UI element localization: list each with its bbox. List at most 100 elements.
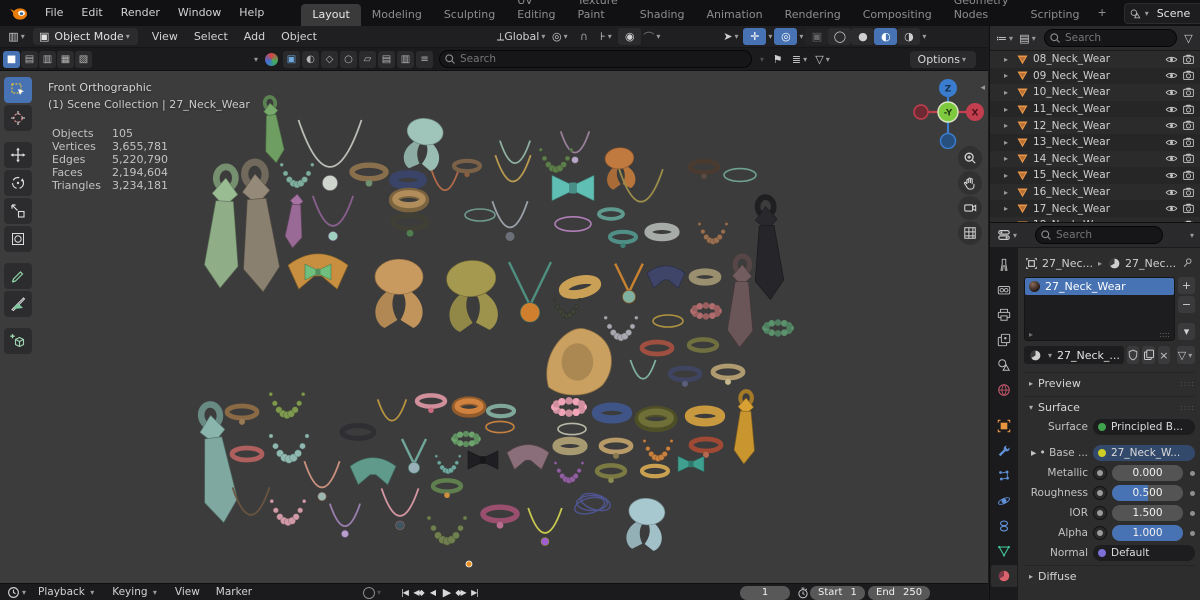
hide-viewport-eye-icon[interactable] xyxy=(1165,103,1178,116)
scene-name[interactable]: Scene xyxy=(1151,7,1200,20)
properties-options-chevron[interactable]: ▾ xyxy=(1188,231,1196,240)
tool-annotate-button[interactable] xyxy=(4,263,32,289)
expand-chevron[interactable]: ▸ xyxy=(1004,138,1016,147)
workspace-tab-uv-editing[interactable]: UV Editing xyxy=(506,0,566,26)
neckwear-bangle[interactable] xyxy=(394,193,424,207)
workspace-tab-texture-paint[interactable]: Texture Paint xyxy=(567,0,629,26)
filter-mesh-icon[interactable]: ▣ xyxy=(283,51,300,68)
disable-render-camera-icon[interactable] xyxy=(1182,119,1195,132)
disable-render-camera-icon[interactable] xyxy=(1182,186,1195,199)
frame-end-field[interactable]: End250 xyxy=(868,586,930,600)
decorator-knob[interactable] xyxy=(1093,466,1107,480)
neckwear-circlet[interactable] xyxy=(486,421,514,432)
material-datablock-field[interactable]: ▾ 27_Neck_... xyxy=(1024,346,1124,364)
disable-render-camera-icon[interactable] xyxy=(1182,103,1195,116)
neckwear-fluff[interactable] xyxy=(690,302,722,319)
outliner-search-input[interactable] xyxy=(1044,29,1177,47)
decorator-knob[interactable] xyxy=(1093,486,1107,500)
diffuse-expander[interactable]: ▸ xyxy=(1024,572,1038,581)
object-name[interactable]: 13_Neck_Wear xyxy=(1033,136,1165,148)
neckwear-choker[interactable] xyxy=(352,165,386,186)
neckwear-fluff[interactable] xyxy=(551,397,587,417)
neckwear-beads[interactable] xyxy=(554,462,584,484)
neckwear-necklace[interactable] xyxy=(382,488,419,529)
object-name[interactable]: 08_Neck_Wear xyxy=(1033,53,1165,65)
select-mode-set[interactable]: ■ xyxy=(3,51,20,68)
neckwear-bangle[interactable] xyxy=(640,411,672,426)
breadcrumb-object[interactable]: 27_Nec... xyxy=(1042,257,1093,270)
transform-orientation-dropdown[interactable]: ⟂ Global▾ xyxy=(495,28,549,45)
menu-window[interactable]: Window xyxy=(169,0,230,26)
neckwear-choker[interactable] xyxy=(417,395,445,413)
filter-image-icon[interactable]: ▤ xyxy=(378,51,395,68)
breadcrumb-material[interactable]: 27_Nec... xyxy=(1125,257,1176,270)
outliner-row[interactable]: ▸16_Neck_Wear xyxy=(990,184,1200,201)
neckwear-choker[interactable] xyxy=(597,465,625,483)
outliner-row[interactable]: ▸15_Neck_Wear xyxy=(990,167,1200,184)
tool-move-button[interactable] xyxy=(4,142,32,168)
neckwear-beads[interactable] xyxy=(435,455,461,474)
hide-viewport-eye-icon[interactable] xyxy=(1165,53,1178,66)
neckwear-choker[interactable] xyxy=(642,342,672,354)
neckwear-choker[interactable] xyxy=(690,161,718,179)
filter-funnel-icon[interactable]: ▽▾ xyxy=(812,51,835,68)
properties-tab-physics[interactable] xyxy=(991,490,1017,512)
material-slot-list[interactable]: 27_Neck_Wear ▸:::: xyxy=(1024,277,1175,341)
neckwear-collar[interactable] xyxy=(350,458,396,485)
tool-select-box-button[interactable] xyxy=(4,77,32,103)
prev-keyframe-button[interactable]: ◀◆ xyxy=(412,585,425,600)
disable-render-camera-icon[interactable] xyxy=(1182,202,1195,215)
surface-panel-label[interactable]: Surface xyxy=(1038,401,1080,414)
shading-solid-button[interactable]: ● xyxy=(851,28,874,45)
neckwear-necklace[interactable] xyxy=(304,461,339,500)
viewport-menu-select[interactable]: Select xyxy=(186,26,236,47)
show-overlays-toggle[interactable]: ◎ xyxy=(774,28,797,45)
material-slot-selected[interactable]: 27_Neck_Wear xyxy=(1025,278,1174,295)
select-mode-subtract[interactable]: ▥ xyxy=(39,51,56,68)
timeline-menu-keying[interactable]: Keying ▾ xyxy=(104,584,167,600)
neckwear-scarf[interactable] xyxy=(402,116,445,172)
tool-rotate-button[interactable] xyxy=(4,170,32,196)
neckwear-fluff[interactable] xyxy=(451,431,481,447)
neckwear-scarf[interactable] xyxy=(625,497,666,552)
neckwear-choker[interactable] xyxy=(610,232,636,248)
neckwear-band[interactable] xyxy=(596,407,628,420)
neckwear-hood[interactable] xyxy=(547,328,612,395)
filter-brush-icon[interactable]: ▱ xyxy=(359,51,376,68)
filter-collection-icon[interactable]: ▥ xyxy=(397,51,414,68)
object-name[interactable]: 10_Neck_Wear xyxy=(1033,86,1165,98)
neckwear-choker[interactable] xyxy=(599,209,623,219)
neckwear-tie[interactable] xyxy=(236,161,281,293)
zoom-tool-button[interactable] xyxy=(958,146,982,170)
neckwear-tie[interactable] xyxy=(284,193,305,248)
neckwear-choker[interactable] xyxy=(433,480,461,498)
neckwear-circlet[interactable] xyxy=(465,209,495,221)
timeline-menu-view[interactable]: View xyxy=(167,584,208,600)
neckwear-band[interactable] xyxy=(562,277,598,297)
workspace-tab-compositing[interactable]: Compositing xyxy=(852,4,943,26)
outliner-row[interactable]: ▸09_Neck_Wear xyxy=(990,68,1200,85)
properties-tab-data[interactable] xyxy=(991,540,1017,562)
outliner-row[interactable]: ▸ 14_Neck_Wear xyxy=(990,151,1200,168)
object-name[interactable]: 14_Neck_Wear xyxy=(1033,153,1165,165)
expand-chevron[interactable]: ▸ xyxy=(1004,171,1016,180)
sidebar-collapse-arrow[interactable]: ◂ xyxy=(980,83,985,93)
viewport-menu-object[interactable]: Object xyxy=(273,26,325,47)
unlink-material-button[interactable]: × xyxy=(1158,346,1170,364)
jump-to-end-button[interactable]: ▶| xyxy=(468,585,481,600)
neckwear-medal[interactable] xyxy=(402,439,426,473)
neckwear-beads[interactable] xyxy=(427,516,467,545)
neckwear-band[interactable] xyxy=(648,226,676,237)
properties-tab-output[interactable] xyxy=(991,304,1017,326)
workspace-tab-sculpting[interactable]: Sculpting xyxy=(433,4,506,26)
expand-chevron[interactable]: ▸ xyxy=(1004,121,1016,130)
neckwear-choker[interactable] xyxy=(232,448,262,460)
decorator-knob[interactable] xyxy=(1093,506,1107,520)
preview-panel-label[interactable]: Preview xyxy=(1038,377,1081,390)
workspace-tab-shading[interactable]: Shading xyxy=(629,4,696,26)
filter-curve-icon[interactable]: ◇ xyxy=(321,51,338,68)
add-slot-button[interactable]: + xyxy=(1178,277,1195,294)
neckwear-tie[interactable] xyxy=(260,96,285,164)
property-value-field[interactable]: 27_Neck_W... xyxy=(1093,445,1195,461)
expand-chevron[interactable]: ▸ xyxy=(1004,154,1016,163)
